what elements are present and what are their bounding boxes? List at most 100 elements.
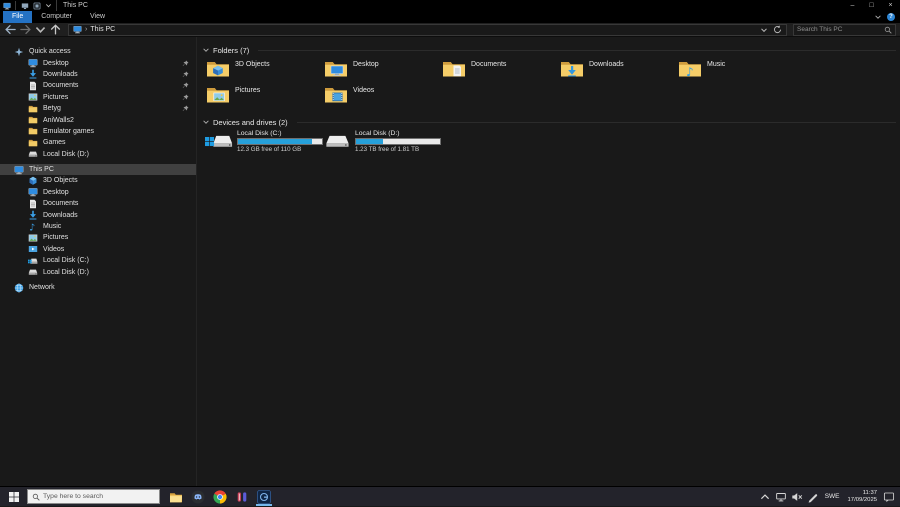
music-icon: ♪ — [28, 222, 38, 232]
start-button[interactable] — [0, 487, 27, 507]
clock[interactable]: 11:37 17/09/2025 — [846, 490, 879, 504]
pin-icon[interactable] — [182, 105, 189, 112]
minimize-button[interactable]: – — [843, 0, 862, 11]
taskbar-app-file-explorer[interactable] — [165, 487, 187, 506]
pin-icon[interactable] — [182, 82, 189, 89]
drive-detail: 1.23 TB free of 1.81 TB — [355, 146, 441, 153]
folder-tile-label: Pictures — [235, 87, 260, 110]
window-title: This PC — [56, 0, 88, 11]
ribbon-tab-view[interactable]: View — [81, 11, 114, 23]
drive-tile-local-disk-d[interactable]: Local Disk (D:)1.23 TB free of 1.81 TB — [320, 130, 438, 158]
up-button[interactable] — [49, 24, 62, 35]
qat-customize-caret-icon[interactable] — [45, 2, 52, 9]
taskbar-search-input[interactable] — [43, 493, 155, 500]
folder-tile-music[interactable]: ♪Music — [674, 58, 792, 84]
maximize-button[interactable]: □ — [862, 0, 881, 11]
sidebar-section-this-pc[interactable]: This PC — [0, 164, 196, 175]
sidebar-item-aniwalls2[interactable]: AniWalls2 — [0, 114, 196, 125]
pin-icon[interactable] — [182, 60, 189, 67]
folder-tile-desktop[interactable]: Desktop — [320, 58, 438, 84]
pin-icon[interactable] — [182, 71, 189, 78]
sidebar-item-3d-objects[interactable]: 3D Objects — [0, 175, 196, 186]
qat-computer-icon[interactable] — [21, 2, 29, 10]
sidebar-section-quick-access[interactable]: Quick access — [0, 46, 196, 57]
explorer-search-box[interactable] — [793, 24, 896, 36]
group-header-devices-and-drives-2[interactable]: Devices and drives (2) — [202, 117, 900, 127]
sidebar-item-desktop[interactable]: Desktop — [0, 57, 196, 68]
sidebar-item-local-disk-d[interactable]: Local Disk (D:) — [0, 266, 196, 277]
drive-windows-small-icon — [28, 256, 38, 266]
volume-muted-icon[interactable] — [791, 491, 803, 503]
ribbon-collapse-icon[interactable] — [874, 13, 882, 21]
sidebar-item-label: Music — [43, 223, 61, 230]
folder-pictures-icon — [206, 85, 230, 105]
folder-tile-pictures[interactable]: Pictures — [202, 84, 320, 110]
help-icon[interactable]: ? — [887, 13, 895, 21]
sidebar-item-games[interactable]: Games — [0, 137, 196, 148]
sidebar-item-downloads[interactable]: Downloads — [0, 69, 196, 80]
this-pc-icon — [14, 165, 24, 175]
system-tray: SWE 11:37 17/09/2025 — [759, 487, 900, 506]
taskbar-app-active-window[interactable] — [253, 487, 275, 506]
drive-capacity-bar — [355, 138, 441, 145]
drive-large-icon — [323, 132, 351, 150]
qat-properties-icon[interactable] — [33, 2, 41, 10]
folder-tile-label: Desktop — [353, 61, 379, 84]
sidebar-section-network[interactable]: Network — [0, 282, 196, 293]
sidebar-item-downloads[interactable]: Downloads — [0, 209, 196, 220]
documents-icon — [28, 199, 38, 209]
sidebar-item-videos[interactable]: Videos — [0, 244, 196, 255]
sidebar-item-pictures[interactable]: Pictures — [0, 232, 196, 243]
sidebar-item-label: Videos — [43, 246, 64, 253]
sidebar-section-label: This PC — [29, 166, 54, 173]
group-rule — [258, 50, 896, 51]
network-icon[interactable] — [775, 491, 787, 503]
taskbar-app-chrome[interactable] — [209, 487, 231, 506]
folder-icon — [28, 126, 38, 136]
sidebar-item-local-disk-d[interactable]: Local Disk (D:) — [0, 149, 196, 160]
address-history-caret-icon[interactable] — [760, 26, 768, 34]
refresh-icon[interactable] — [773, 25, 782, 34]
folder-tile-documents[interactable]: Documents — [438, 58, 556, 84]
explorer-main: Quick accessDesktopDownloadsDocumentsPic… — [0, 37, 900, 486]
search-icon[interactable] — [884, 26, 892, 34]
taskbar-app-discord[interactable] — [187, 487, 209, 506]
back-button[interactable] — [4, 24, 17, 35]
taskbar-search-box[interactable] — [27, 489, 160, 504]
drive-tile-local-disk-c[interactable]: Local Disk (C:) 12.3 GB free of 110 GB — [202, 130, 320, 158]
taskbar-app-medal[interactable] — [231, 487, 253, 506]
sidebar-item-betyg[interactable]: Betyg — [0, 103, 196, 114]
folder-tile-videos[interactable]: Videos — [320, 84, 438, 110]
sidebar-item-local-disk-c[interactable]: Local Disk (C:) — [0, 255, 196, 266]
sidebar-item-emulator-games[interactable]: Emulator games — [0, 126, 196, 137]
explorer-search-input[interactable] — [797, 26, 882, 33]
sidebar-item-desktop[interactable]: Desktop — [0, 187, 196, 198]
action-center-icon[interactable] — [883, 491, 895, 503]
language-indicator[interactable]: SWE — [823, 493, 842, 500]
sidebar-item-label: Local Disk (C:) — [43, 257, 89, 264]
ribbon-tab-file[interactable]: File — [3, 11, 32, 23]
sidebar-section-label: Network — [29, 284, 55, 291]
address-bar[interactable]: › This PC — [68, 24, 787, 36]
file-explorer-icon — [169, 490, 183, 504]
recent-locations-caret-icon[interactable] — [34, 24, 47, 35]
folder-tile-3d-objects[interactable]: 3D Objects — [202, 58, 320, 84]
window-controls: – □ × — [843, 0, 900, 11]
sidebar-item-pictures[interactable]: Pictures — [0, 92, 196, 103]
pin-icon[interactable] — [182, 94, 189, 101]
group-title: Devices and drives (2) — [213, 118, 288, 127]
sidebar-item-documents[interactable]: Documents — [0, 198, 196, 209]
forward-button[interactable] — [19, 24, 32, 35]
sidebar-item-music[interactable]: ♪ Music — [0, 221, 196, 232]
folder-tile-downloads[interactable]: Downloads — [556, 58, 674, 84]
drive-detail: 12.3 GB free of 110 GB — [237, 146, 323, 153]
show-hidden-icons-chevron-icon[interactable] — [759, 491, 771, 503]
close-button[interactable]: × — [881, 0, 900, 11]
sidebar-item-documents[interactable]: Documents — [0, 80, 196, 91]
folder-icon — [28, 138, 38, 148]
ribbon-tab-computer[interactable]: Computer — [32, 11, 81, 23]
pen-icon[interactable] — [807, 491, 819, 503]
breadcrumb[interactable]: This PC — [90, 25, 115, 35]
group-header-folders-7[interactable]: Folders (7) — [202, 45, 900, 55]
drive-name: Local Disk (C:) — [237, 130, 323, 137]
